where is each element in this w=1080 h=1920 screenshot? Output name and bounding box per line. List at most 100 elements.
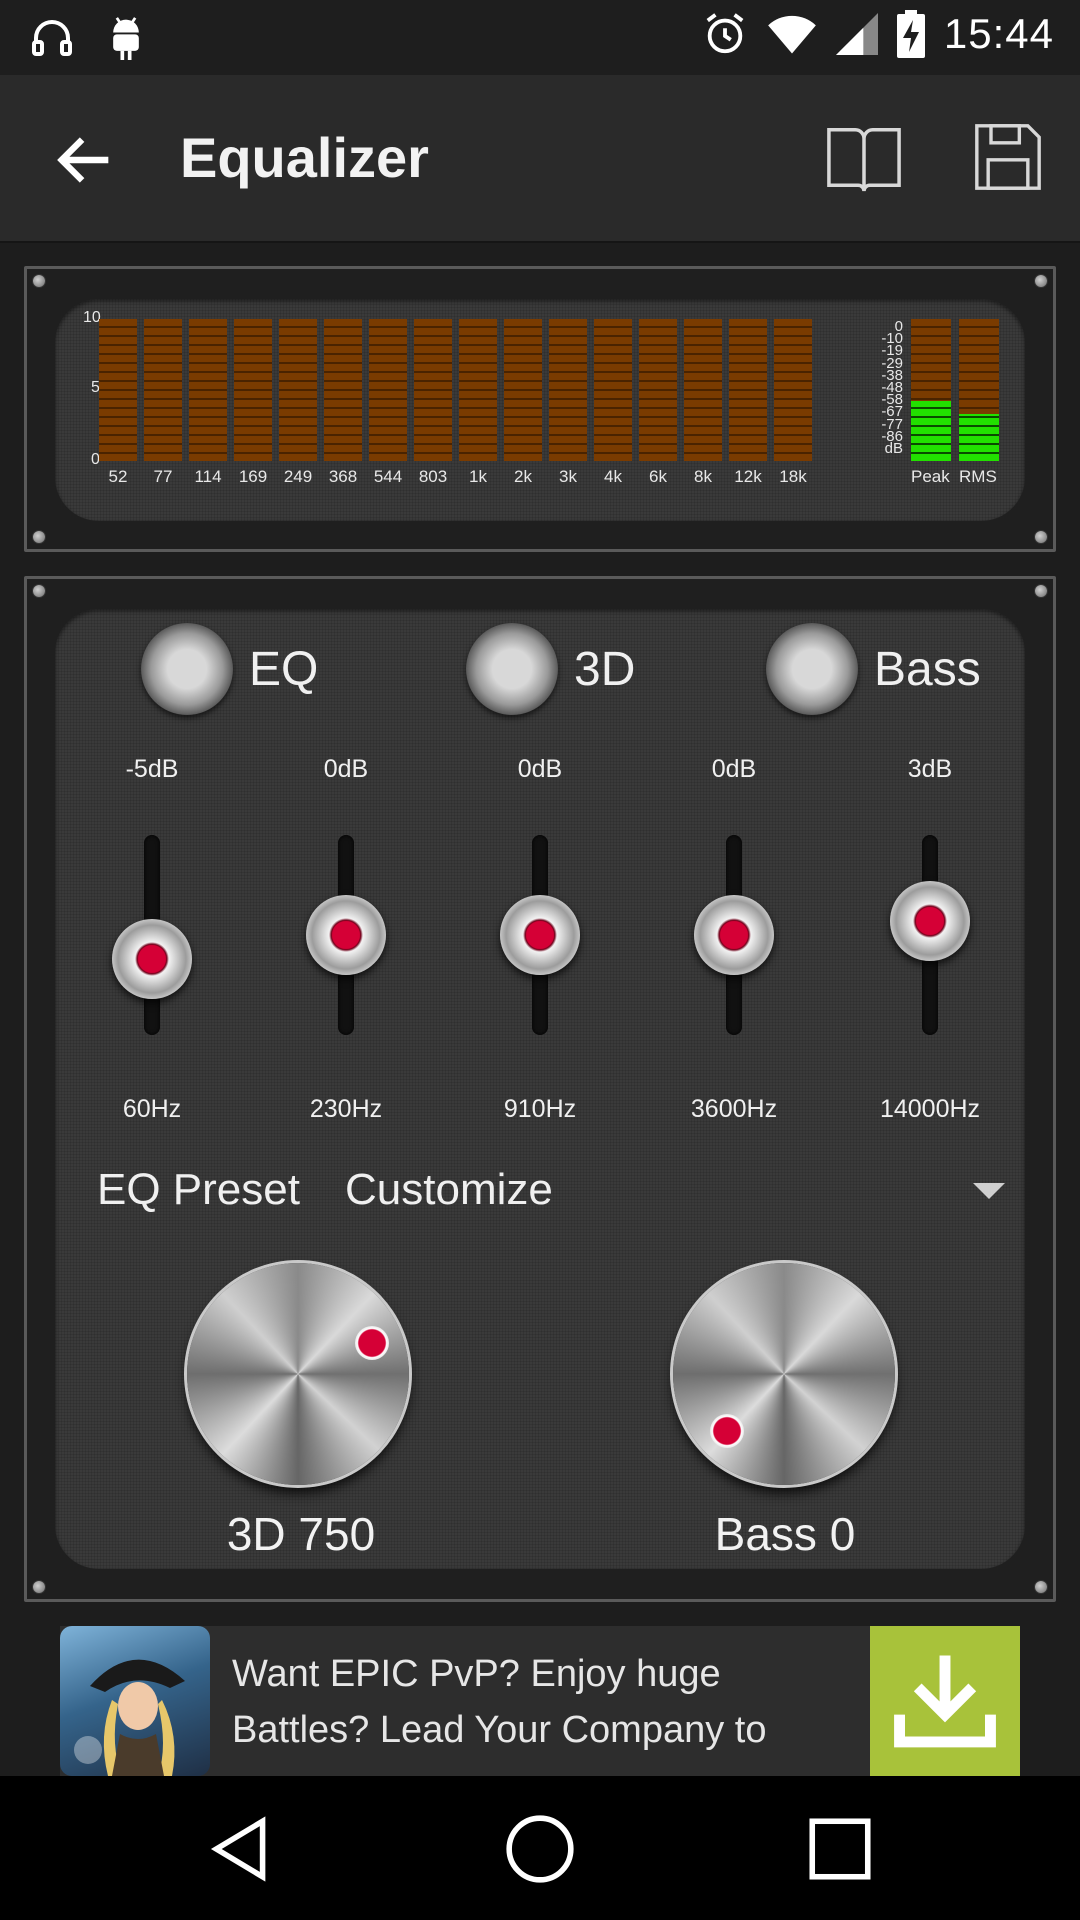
equalizer-panel: EQ 3D Bass -5dB 60Hz 0dB 230Hz 0dB 910Hz 0dB 36… xyxy=(24,576,1056,1602)
slider-thumb[interactable] xyxy=(306,895,386,975)
level-meter-fill xyxy=(911,401,951,461)
toggle-label: Bass xyxy=(874,642,981,696)
meter-label-rms: RMS xyxy=(959,467,997,486)
nav-recents-icon[interactable] xyxy=(803,1812,877,1886)
band-slider: 0dB 910Hz xyxy=(450,755,630,1135)
meter-label-peak: Peak xyxy=(911,467,950,486)
spectrum-band-label: 2k xyxy=(514,467,532,486)
ad-text[interactable]: Want EPIC PvP? Enjoy huge Battles? Lead … xyxy=(232,1646,832,1758)
slider-thumb[interactable] xyxy=(500,895,580,975)
knob-indicator-icon xyxy=(354,1326,389,1361)
spectrum-band-label: 8k xyxy=(694,467,712,486)
toggle-knob-icon xyxy=(466,623,558,715)
pirate-character-icon xyxy=(74,1659,185,1776)
android-icon xyxy=(113,17,139,60)
eq-preset-select[interactable]: Customize xyxy=(345,1165,553,1215)
page-title: Equalizer xyxy=(180,126,429,189)
bass-knob[interactable] xyxy=(673,1263,895,1485)
level-meter-rms xyxy=(959,319,999,461)
spectrum-band-label: 6k xyxy=(649,467,667,486)
signal-icon xyxy=(835,13,878,55)
spectrum-display: 10 5 0 52 77 114 169 249 368 544 803 1k 2k 3k 4k 6k 8… xyxy=(55,299,1025,521)
ad-image[interactable] xyxy=(60,1626,210,1776)
toggle-label: 3D xyxy=(574,642,636,696)
spectrum-band-label: 368 xyxy=(328,467,358,486)
eq-toggle[interactable]: EQ xyxy=(141,623,318,715)
spectrum-band-label: 4k xyxy=(604,467,622,486)
ad-banner[interactable]: Want EPIC PvP? Enjoy huge Battles? Lead … xyxy=(60,1626,1020,1776)
bass-value: Bass 0 xyxy=(714,1508,856,1560)
toggle-knob-icon xyxy=(141,623,233,715)
nav-back-icon[interactable] xyxy=(204,1812,278,1886)
dropdown-arrow-icon[interactable] xyxy=(973,1183,1005,1199)
download-icon xyxy=(894,1655,996,1748)
band-freq-label: 230Hz xyxy=(309,1095,383,1123)
ad-download-button[interactable] xyxy=(870,1626,1020,1776)
spectrum-band-bar xyxy=(639,319,677,461)
band-gain-label: 0dB xyxy=(323,755,369,783)
spectrum-band-label: 544 xyxy=(373,467,403,486)
band-gain-label: 0dB xyxy=(517,755,563,783)
spectrum-band-bar xyxy=(279,319,317,461)
band-freq-label: 14000Hz xyxy=(879,1095,981,1123)
band-gain-label: -5dB xyxy=(125,755,179,783)
spectrum-band-bar xyxy=(414,319,452,461)
spectrum-band-bar xyxy=(684,319,722,461)
band-slider: -5dB 60Hz xyxy=(62,755,242,1135)
status-time: 15:44 xyxy=(943,10,1054,57)
spectrum-band-label: 77 xyxy=(153,467,173,486)
slider-thumb[interactable] xyxy=(890,881,970,961)
wifi-icon xyxy=(768,15,816,54)
spectrum-panel: 10 5 0 52 77 114 169 249 368 544 803 1k 2k 3k 4k 6k 8… xyxy=(24,266,1056,552)
3d-knob[interactable] xyxy=(187,1263,409,1485)
band-slider: 0dB 3600Hz xyxy=(644,755,824,1135)
navigation-bar xyxy=(0,1776,1080,1920)
spectrum-band-bar xyxy=(369,319,407,461)
spectrum-band-label: 249 xyxy=(283,467,313,486)
status-bar: 15:44 xyxy=(0,0,1080,75)
spectrum-band-label: 169 xyxy=(238,467,268,486)
band-gain-label: 0dB xyxy=(711,755,757,783)
back-arrow-icon[interactable] xyxy=(50,125,120,195)
toolbar: Equalizer xyxy=(0,75,1080,243)
level-meter-fill xyxy=(959,414,999,461)
spectrum-band-bar xyxy=(504,319,542,461)
spectrum-band-bar xyxy=(324,319,362,461)
alarm-icon xyxy=(706,13,744,54)
battery-charging-icon xyxy=(896,10,925,58)
spectrum-band-bar xyxy=(189,319,227,461)
spectrum-band-bar xyxy=(144,319,182,461)
spectrum-band-bar xyxy=(99,319,137,461)
slider-thumb[interactable] xyxy=(694,895,774,975)
save-icon[interactable] xyxy=(974,123,1042,191)
spectrum-band-label: 1k xyxy=(469,467,487,486)
spectrum-band-bar xyxy=(549,319,587,461)
band-freq-label: 3600Hz xyxy=(690,1095,778,1123)
spectrum-band-label: 52 xyxy=(108,467,128,486)
eq-preset-label: EQ Preset xyxy=(97,1165,300,1214)
spectrum-band-bar xyxy=(594,319,632,461)
3d-toggle[interactable]: 3D xyxy=(466,623,635,715)
spectrum-band-label: 114 xyxy=(194,467,222,486)
knob-indicator-icon xyxy=(710,1413,745,1448)
db-tick-label: dB xyxy=(884,440,903,457)
spectrum-band-bar xyxy=(459,319,497,461)
equalizer-controls: EQ 3D Bass -5dB 60Hz 0dB 230Hz 0dB 910Hz 0dB 36… xyxy=(55,609,1025,1569)
3d-value: 3D 750 xyxy=(226,1508,376,1560)
slider-thumb[interactable] xyxy=(112,919,192,999)
band-slider: 3dB 14000Hz xyxy=(840,755,1020,1135)
toggle-label: EQ xyxy=(249,642,319,696)
band-slider: 0dB 230Hz xyxy=(256,755,436,1135)
band-gain-label: 3dB xyxy=(907,755,953,783)
nav-home-icon[interactable] xyxy=(503,1812,577,1886)
level-meter-peak xyxy=(911,319,951,461)
book-icon[interactable] xyxy=(826,123,902,195)
spectrum-band-label: 18k xyxy=(779,467,807,486)
headphones-icon xyxy=(32,20,72,56)
band-freq-label: 60Hz xyxy=(122,1095,182,1123)
bass-toggle[interactable]: Bass xyxy=(766,623,981,715)
spectrum-band-label: 3k xyxy=(559,467,577,486)
spectrum-band-bar xyxy=(729,319,767,461)
spectrum-band-label: 803 xyxy=(418,467,448,486)
band-freq-label: 910Hz xyxy=(503,1095,577,1123)
